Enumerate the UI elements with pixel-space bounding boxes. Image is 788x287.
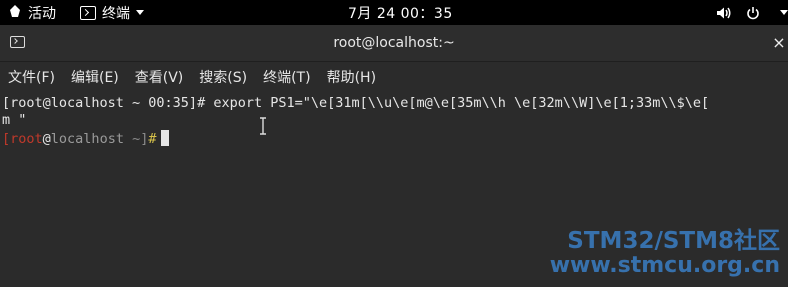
terminal-line-command: [root@localhost ~ 00:35]# export PS1="\e… [2, 95, 710, 111]
watermark-title: STM32/STM8社区 [567, 228, 780, 254]
menu-search[interactable]: 搜索(S) [199, 67, 247, 87]
prompt-host: localhost [50, 131, 124, 147]
top-bar: 活动 终端 7月 24 00：35 [0, 0, 788, 25]
window-title: root@localhost:~ [333, 35, 455, 51]
app-menu-button[interactable]: 终端 [80, 0, 144, 25]
activities-button[interactable]: 活动 [8, 0, 56, 25]
terminal-app-icon [80, 5, 96, 20]
prompt-symbol: # [148, 131, 157, 147]
power-icon [746, 6, 760, 20]
text-cursor [160, 130, 169, 146]
volume-icon [716, 6, 732, 20]
close-button[interactable]: × [772, 34, 786, 52]
chevron-down-icon [780, 10, 788, 15]
ibeam-cursor-icon [258, 117, 268, 135]
watermark-url: www.stmcu.org.cn [549, 253, 780, 278]
menu-terminal[interactable]: 终端(T) [263, 67, 310, 87]
menu-file[interactable]: 文件(F) [8, 67, 55, 87]
chevron-down-icon [136, 10, 144, 15]
activities-label: 活动 [28, 5, 56, 22]
menu-help[interactable]: 帮助(H) [327, 67, 376, 87]
watermark: STM32/STM8社区 www.stmcu.org.cn [550, 228, 780, 278]
window-titlebar[interactable]: root@localhost:~ × [0, 25, 788, 62]
activities-icon [8, 4, 22, 22]
prompt-dir: ~ [132, 131, 141, 147]
menu-view[interactable]: 查看(V) [135, 67, 184, 87]
menu-bar: 文件(F) 编辑(E) 查看(V) 搜索(S) 终端(T) 帮助(H) [0, 62, 788, 92]
prompt-bracket-open: [ [2, 131, 11, 147]
terminal-line-continuation: m " [2, 112, 27, 128]
system-menu[interactable] [716, 0, 788, 25]
clock[interactable]: 7月 24 00：35 [348, 0, 453, 25]
terminal-prompt: [root@localhost ~]# [2, 130, 169, 148]
app-menu-label: 终端 [102, 5, 130, 22]
prompt-at: @ [42, 131, 51, 147]
prompt-user: root [10, 131, 43, 147]
menu-edit[interactable]: 编辑(E) [71, 67, 119, 87]
